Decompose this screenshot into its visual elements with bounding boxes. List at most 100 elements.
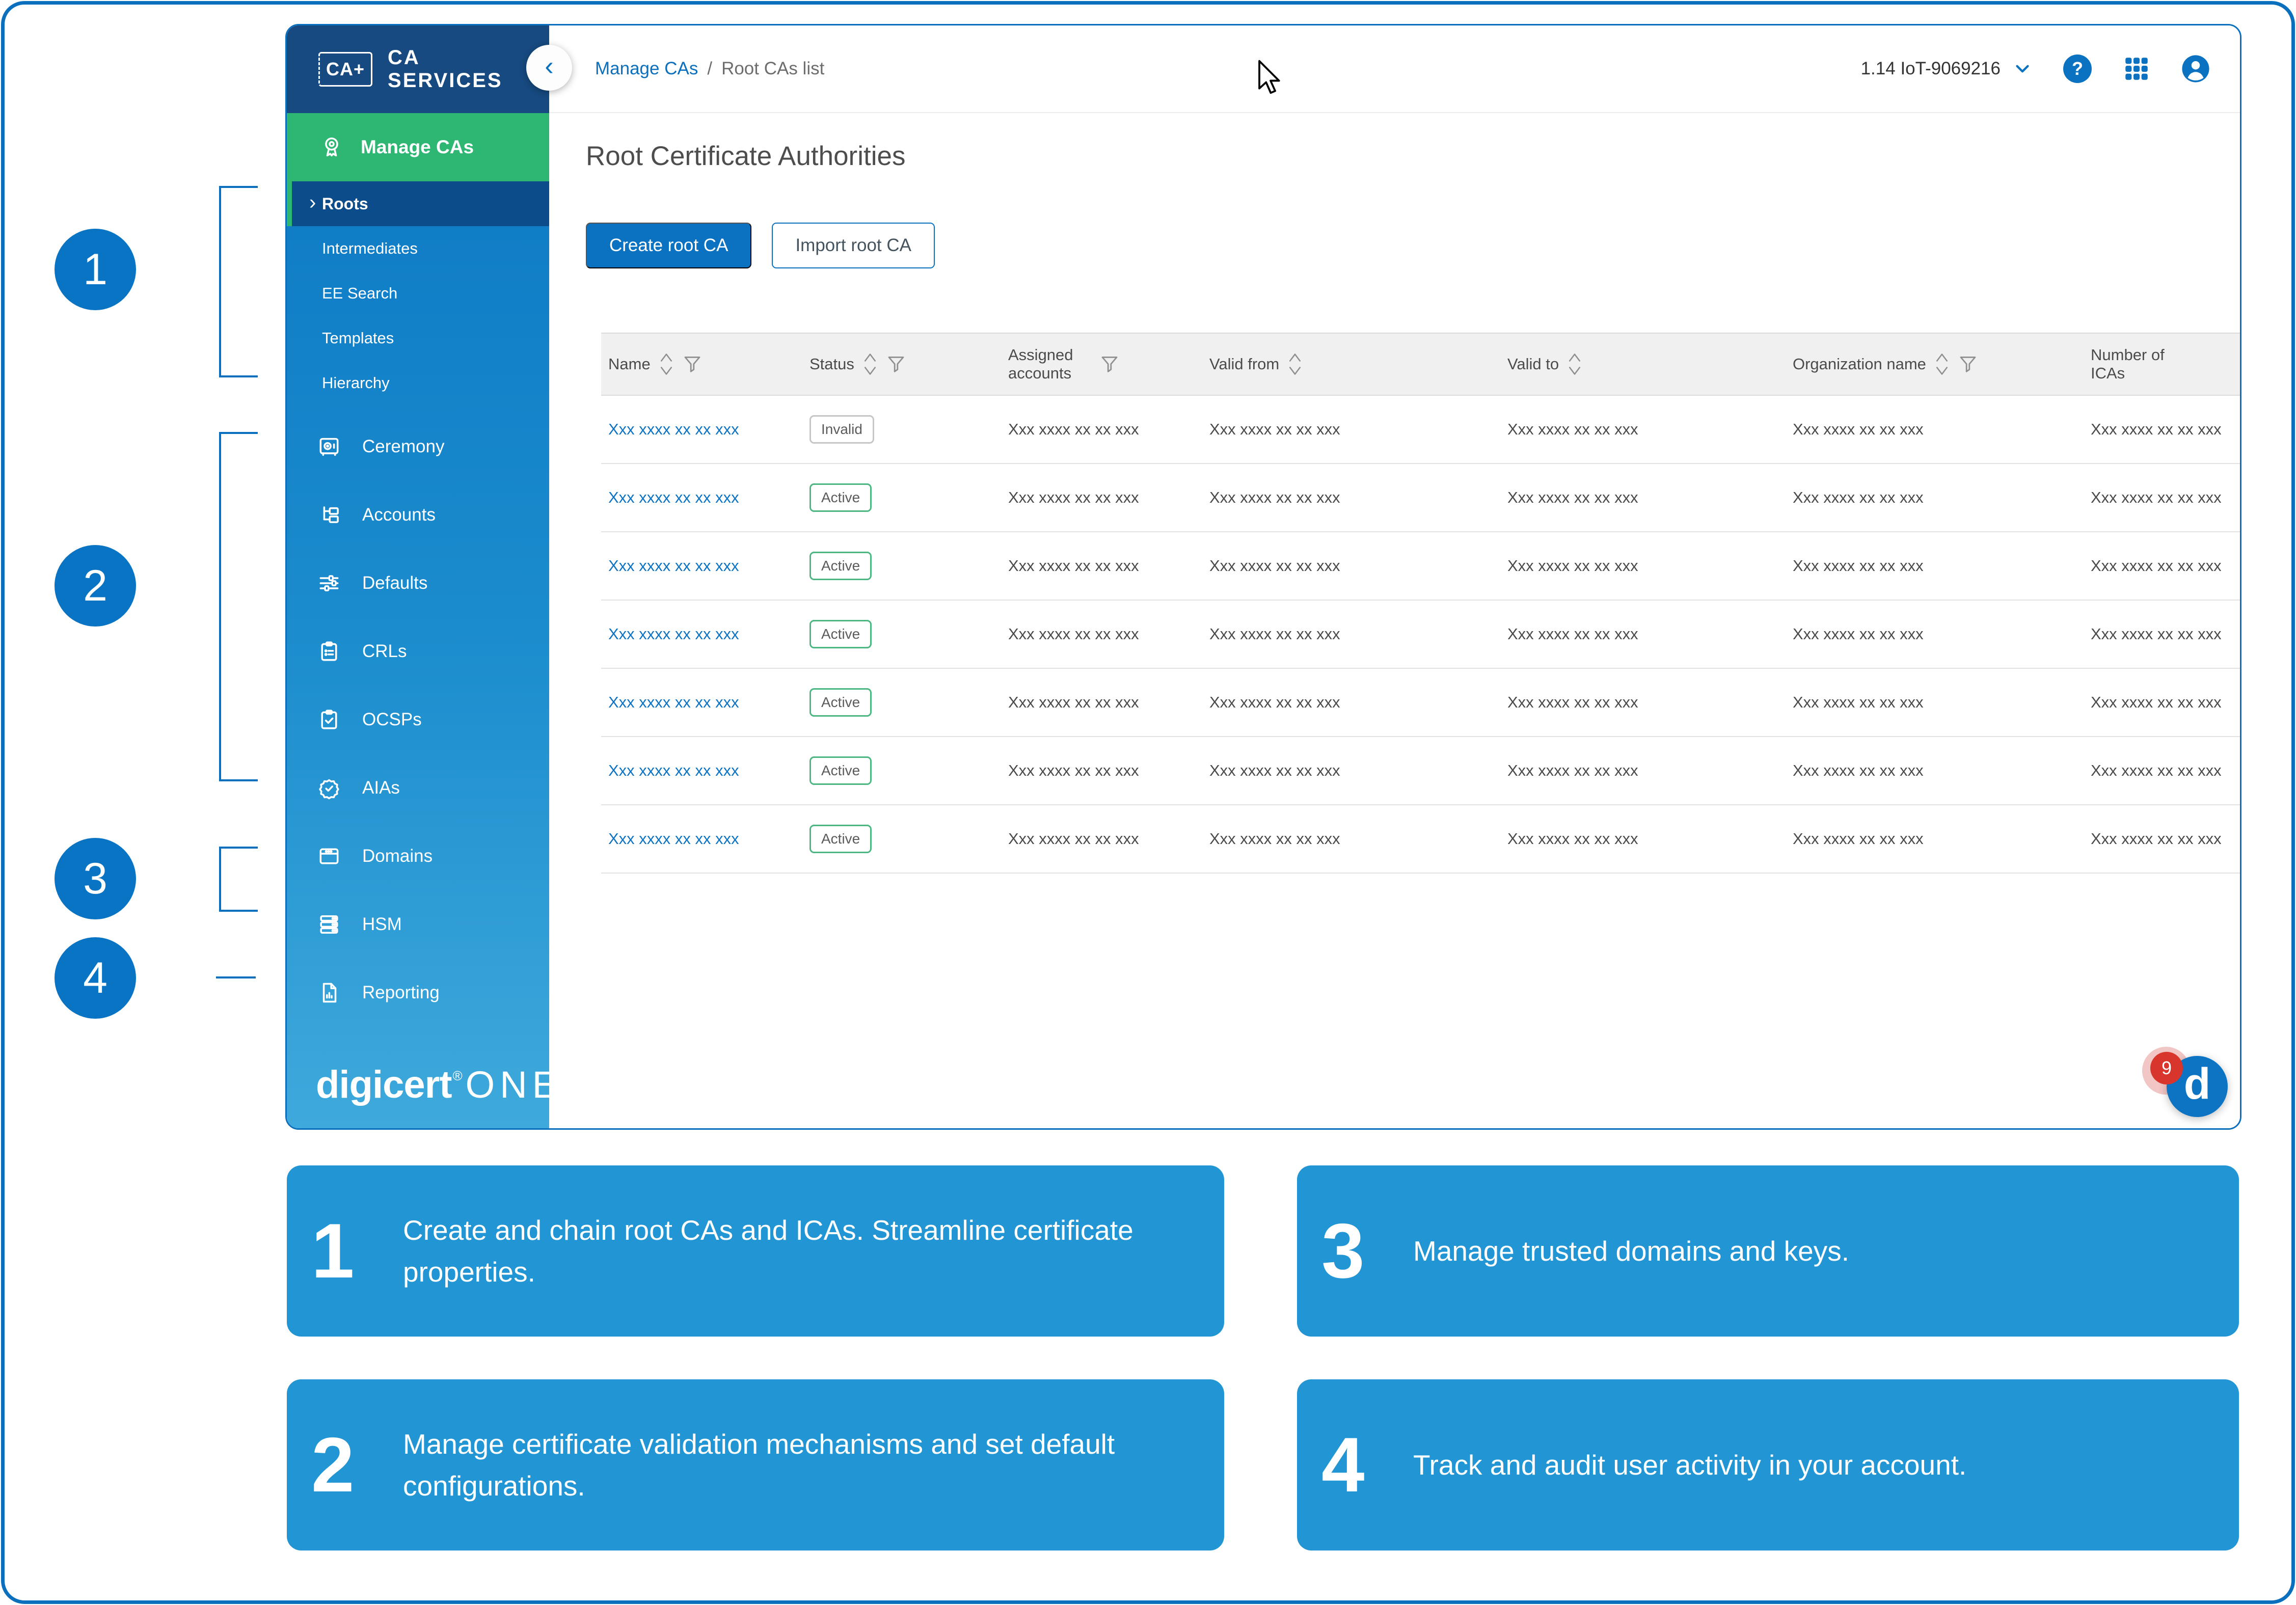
cell-valid-to: Xxx xxxx xx xx xxx xyxy=(1500,557,1786,575)
annotation-bracket-1 xyxy=(219,186,258,377)
sidebar-header: CA+ CA SERVICES ‹ xyxy=(287,25,549,113)
account-button[interactable] xyxy=(2181,54,2210,84)
callout-box-1: 1Create and chain root CAs and ICAs. Str… xyxy=(287,1165,1224,1337)
sidebar-item-ceremony[interactable]: Ceremony xyxy=(287,413,549,481)
help-button[interactable]: ? xyxy=(2063,54,2092,84)
table-row[interactable]: Xxx xxxx xx xx xxxActiveXxx xxxx xx xx x… xyxy=(601,805,2241,874)
filter-funnel-icon[interactable] xyxy=(1958,354,1978,374)
sidebar-subitem-roots[interactable]: ›Roots xyxy=(287,181,549,226)
sort-arrows-icon[interactable] xyxy=(1933,351,1951,377)
apps-grid-icon xyxy=(2122,54,2151,84)
cell-assigned-accounts: Xxx xxxx xx xx xxx xyxy=(1001,761,1202,780)
page-title: Root Certificate Authorities xyxy=(586,141,2240,172)
callout-number: 4 xyxy=(1321,1430,1393,1500)
cell-valid-from: Xxx xxxx xx xx xxx xyxy=(1202,557,1500,575)
column-label: Name xyxy=(608,355,651,373)
cell-text: Xxx xxxx xx xx xxx xyxy=(2091,761,2222,779)
report-document-icon xyxy=(316,980,342,1005)
cell-organization-name: Xxx xxxx xx xx xxx xyxy=(1786,830,2084,848)
annotation-line-4 xyxy=(216,976,256,978)
sort-arrows-icon[interactable] xyxy=(861,351,879,377)
sidebar-collapse-button[interactable]: ‹ xyxy=(526,45,572,91)
filter-funnel-icon[interactable] xyxy=(886,354,906,374)
cell-valid-from: Xxx xxxx xx xx xxx xyxy=(1202,830,1500,848)
root-ca-name-link[interactable]: Xxx xxxx xx xx xxx xyxy=(608,830,739,848)
sidebar-submenu: ›RootsIntermediatesEE SearchTemplatesHie… xyxy=(287,181,549,405)
column-header-name: Name xyxy=(601,351,802,377)
callout-box-3: 3Manage trusted domains and keys. xyxy=(1297,1165,2239,1337)
cell-text: Xxx xxxx xx xx xxx xyxy=(1793,420,1924,438)
cell-name: Xxx xxxx xx xx xxx xyxy=(601,625,802,643)
sidebar-item-label: Reporting xyxy=(362,983,440,1003)
filter-funnel-icon[interactable] xyxy=(1099,354,1120,374)
breadcrumb: Manage CAs / Root CAs list xyxy=(595,59,824,79)
cell-text: Xxx xxxx xx xx xxx xyxy=(2091,693,2222,711)
sidebar-item-ocsps[interactable]: OCSPs xyxy=(287,686,549,754)
root-ca-name-link[interactable]: Xxx xxxx xx xx xxx xyxy=(608,488,739,506)
cell-status: Invalid xyxy=(802,415,1001,444)
column-header-number-of-icas: Number of ICAs xyxy=(2084,346,2230,382)
root-ca-name-link[interactable]: Xxx xxxx xx xx xxx xyxy=(608,693,739,711)
root-ca-name-link[interactable]: Xxx xxxx xx xx xxx xyxy=(608,557,739,575)
server-stack-icon xyxy=(316,912,342,937)
cell-assigned-accounts: Xxx xxxx xx xx xxx xyxy=(1001,693,1202,712)
table-row[interactable]: Xxx xxxx xx xx xxx Invalid Xxx xxxx xx xx … xyxy=(601,396,2241,464)
registered-mark: ® xyxy=(453,1068,463,1084)
sidebar-item-defaults[interactable]: Defaults xyxy=(287,549,549,617)
cell-text: Xxx xxxx xx xx xxx xyxy=(1793,488,1924,506)
sidebar-item-hsm[interactable]: HSM xyxy=(287,890,549,959)
callout-number: 1 xyxy=(311,1216,383,1286)
table-row[interactable]: Xxx xxxx xx xx xxxActiveXxx xxxx xx xx x… xyxy=(601,669,2241,737)
column-settings-icon[interactable] xyxy=(2230,351,2241,377)
column-header-valid-from: Valid from xyxy=(1202,351,1500,377)
root-ca-name-link[interactable]: Xxx xxxx xx xx xxx xyxy=(608,420,739,438)
breadcrumb-manage-cas-link[interactable]: Manage CAs xyxy=(595,59,698,79)
cell-valid-from: Xxx xxxx xx xx xxx xyxy=(1202,420,1500,439)
sidebar-item-domains[interactable]: Domains xyxy=(287,822,549,890)
cell-name: Xxx xxxx xx xx xxx xyxy=(601,420,802,439)
cell-name: Xxx xxxx xx xx xxx xyxy=(601,557,802,575)
cell-organization-name: Xxx xxxx xx xx xxx xyxy=(1786,625,2084,643)
version-selector[interactable]: 1.14 IoT-9069216 xyxy=(1861,58,2033,79)
callout-text: Track and audit user activity in your ac… xyxy=(1413,1444,1966,1486)
award-ribbon-icon xyxy=(319,134,344,160)
sidebar-item-manage-cas[interactable]: Manage CAs xyxy=(287,113,549,181)
root-ca-name-link[interactable]: Xxx xxxx xx xx xxx xyxy=(608,761,739,779)
sidebar-item-reporting[interactable]: Reporting xyxy=(287,959,549,1027)
cell-text: Xxx xxxx xx xx xxx xyxy=(1209,625,1340,643)
root-ca-name-link[interactable]: Xxx xxxx xx xx xxx xyxy=(608,625,739,643)
sidebar-item-crls[interactable]: CRLs xyxy=(287,617,549,686)
cell-number-of-icas: Xxx xxxx xx xx xxx xyxy=(2084,625,2230,643)
filter-funnel-icon[interactable] xyxy=(682,354,703,374)
table-row[interactable]: Xxx xxxx xx xx xxxActiveXxx xxxx xx xx x… xyxy=(601,532,2241,601)
annotation-marker-2: 2 xyxy=(55,545,136,627)
sidebar-subitem-ee-search[interactable]: EE Search xyxy=(287,271,549,316)
cell-text: Xxx xxxx xx xx xxx xyxy=(1793,557,1924,575)
sidebar-item-accounts[interactable]: Accounts xyxy=(287,481,549,549)
cell-text: Xxx xxxx xx xx xxx xyxy=(1507,420,1638,438)
table-row[interactable]: Xxx xxxx xx xx xxxActiveXxx xxxx xx xx x… xyxy=(601,737,2241,805)
sort-arrows-icon[interactable] xyxy=(1566,351,1583,377)
annotation-bracket-3 xyxy=(219,847,258,912)
sort-arrows-icon[interactable] xyxy=(1286,351,1304,377)
apps-menu-button[interactable] xyxy=(2122,54,2151,84)
table-row[interactable]: Xxx xxxx xx xx xxxActiveXxx xxxx xx xx x… xyxy=(601,601,2241,669)
annotation-marker-1: 1 xyxy=(55,229,136,310)
cell-number-of-icas: Xxx xxxx xx xx xxx xyxy=(2084,693,2230,712)
sort-arrows-icon[interactable] xyxy=(658,351,675,377)
help-icon: ? xyxy=(2063,55,2092,83)
sidebar-subitem-hierarchy[interactable]: Hierarchy xyxy=(287,361,549,405)
sidebar-subitem-templates[interactable]: Templates xyxy=(287,316,549,361)
table-row[interactable]: Xxx xxxx xx xx xxxActiveXxx xxxx xx xx x… xyxy=(601,464,2241,532)
cell-valid-to: Xxx xxxx xx xx xxx xyxy=(1500,488,1786,507)
sidebar: CA+ CA SERVICES ‹ Manage CAs ›RootsInter… xyxy=(287,25,549,1128)
import-root-ca-button[interactable]: Import root CA xyxy=(772,223,935,268)
action-buttons: Create root CA Import root CA xyxy=(586,223,2240,268)
cell-text: Xxx xxxx xx xx xxx xyxy=(1008,488,1139,506)
sidebar-item-label: HSM xyxy=(362,914,402,935)
sidebar-item-aias[interactable]: AIAs xyxy=(287,754,549,822)
create-root-ca-button[interactable]: Create root CA xyxy=(586,223,751,268)
sidebar-subitem-intermediates[interactable]: Intermediates xyxy=(287,226,549,271)
cell-valid-to: Xxx xxxx xx xx xxx xyxy=(1500,420,1786,439)
annotation-marker-3: 3 xyxy=(55,838,136,919)
